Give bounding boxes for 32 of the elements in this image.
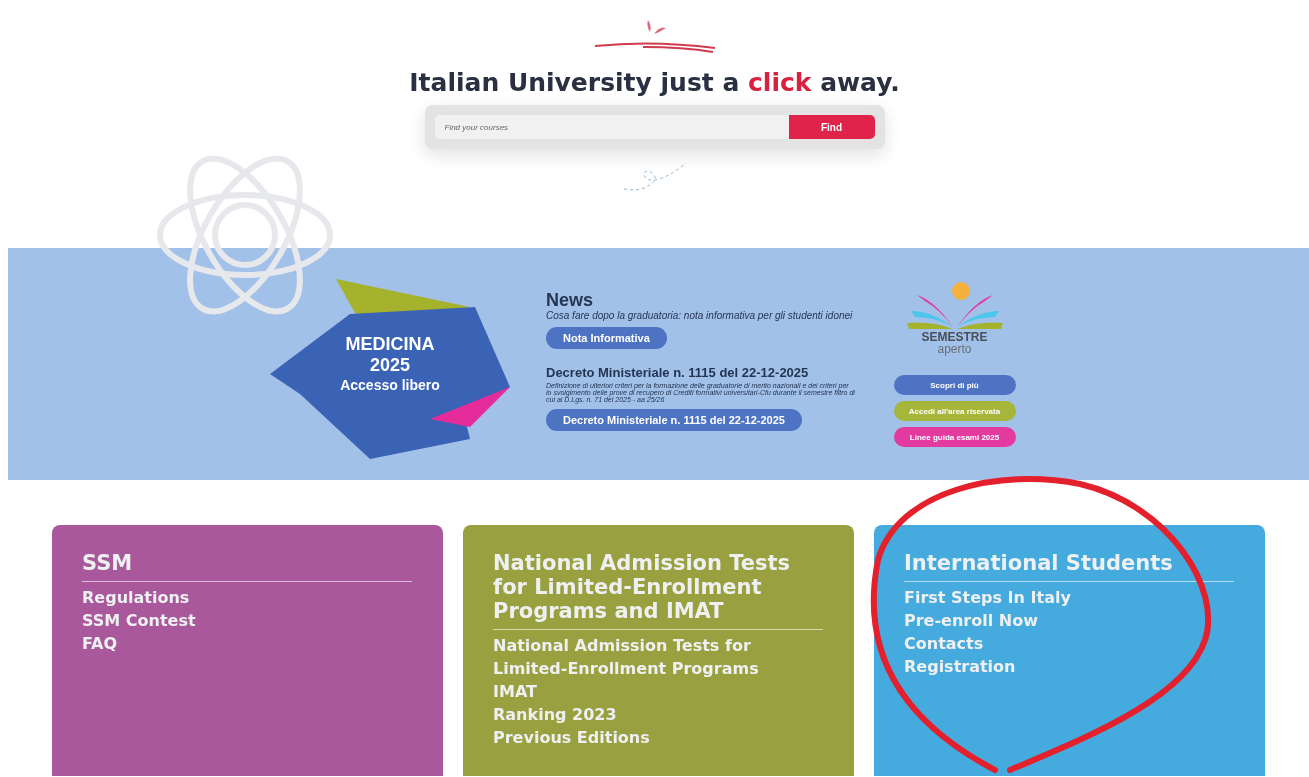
card-link[interactable]: Pre-enroll Now [904, 609, 1204, 632]
card-link[interactable]: IMAT [493, 680, 793, 703]
card-link[interactable]: Previous Editions [493, 726, 793, 749]
badge-year: 2025 [369, 356, 410, 377]
decree-button[interactable]: Decreto Ministeriale n. 1115 del 22-12-2025 [546, 408, 802, 431]
news-heading: News [546, 289, 594, 311]
find-button[interactable]: Find [788, 115, 875, 139]
logo-title: SEMESTRE [921, 331, 988, 343]
card-link[interactable]: Contacts [904, 632, 1204, 655]
card-link[interactable]: National Admission Tests for Limited-Enrollment Programs [493, 634, 793, 680]
card-link[interactable]: Registration [904, 655, 1204, 678]
swoosh-icon [592, 40, 717, 54]
news-button[interactable]: Nota Informativa [546, 326, 667, 349]
card-title: National Admission Tests for Limited-Enrollment Programs and IMAT [493, 551, 792, 623]
link-button[interactable]: Accedi all'area riservata [893, 401, 1016, 421]
logo-subtitle: aperto [937, 343, 972, 355]
link-button[interactable]: Scopri di più [893, 375, 1016, 395]
card-title: International Students [904, 551, 1174, 575]
badge-subtitle: Accesso libero [340, 378, 440, 394]
card-link[interactable]: Ranking 2023 [493, 703, 793, 726]
news-text: Cosa fare dopo la graduatoria: nota informativa per gli studenti idonei [546, 310, 853, 321]
open-book-sun-icon [904, 281, 1005, 331]
link-button[interactable]: Linee guida esami 2025 [893, 427, 1016, 447]
card-link[interactable]: FAQ [82, 632, 382, 655]
card-link[interactable]: SSM Contest [82, 609, 382, 632]
badge-title: MEDICINA [345, 334, 435, 355]
decree-title: Decreto Ministeriale n. 1115 del 22-12-2025 [546, 364, 809, 380]
card-title: SSM [82, 551, 134, 575]
headline: Italian University just a click away. [409, 68, 900, 97]
card-link[interactable]: Regulations [82, 586, 382, 609]
search-field[interactable]: Find your courses [434, 115, 789, 139]
card-link[interactable]: First Steps In Italy [904, 586, 1204, 609]
